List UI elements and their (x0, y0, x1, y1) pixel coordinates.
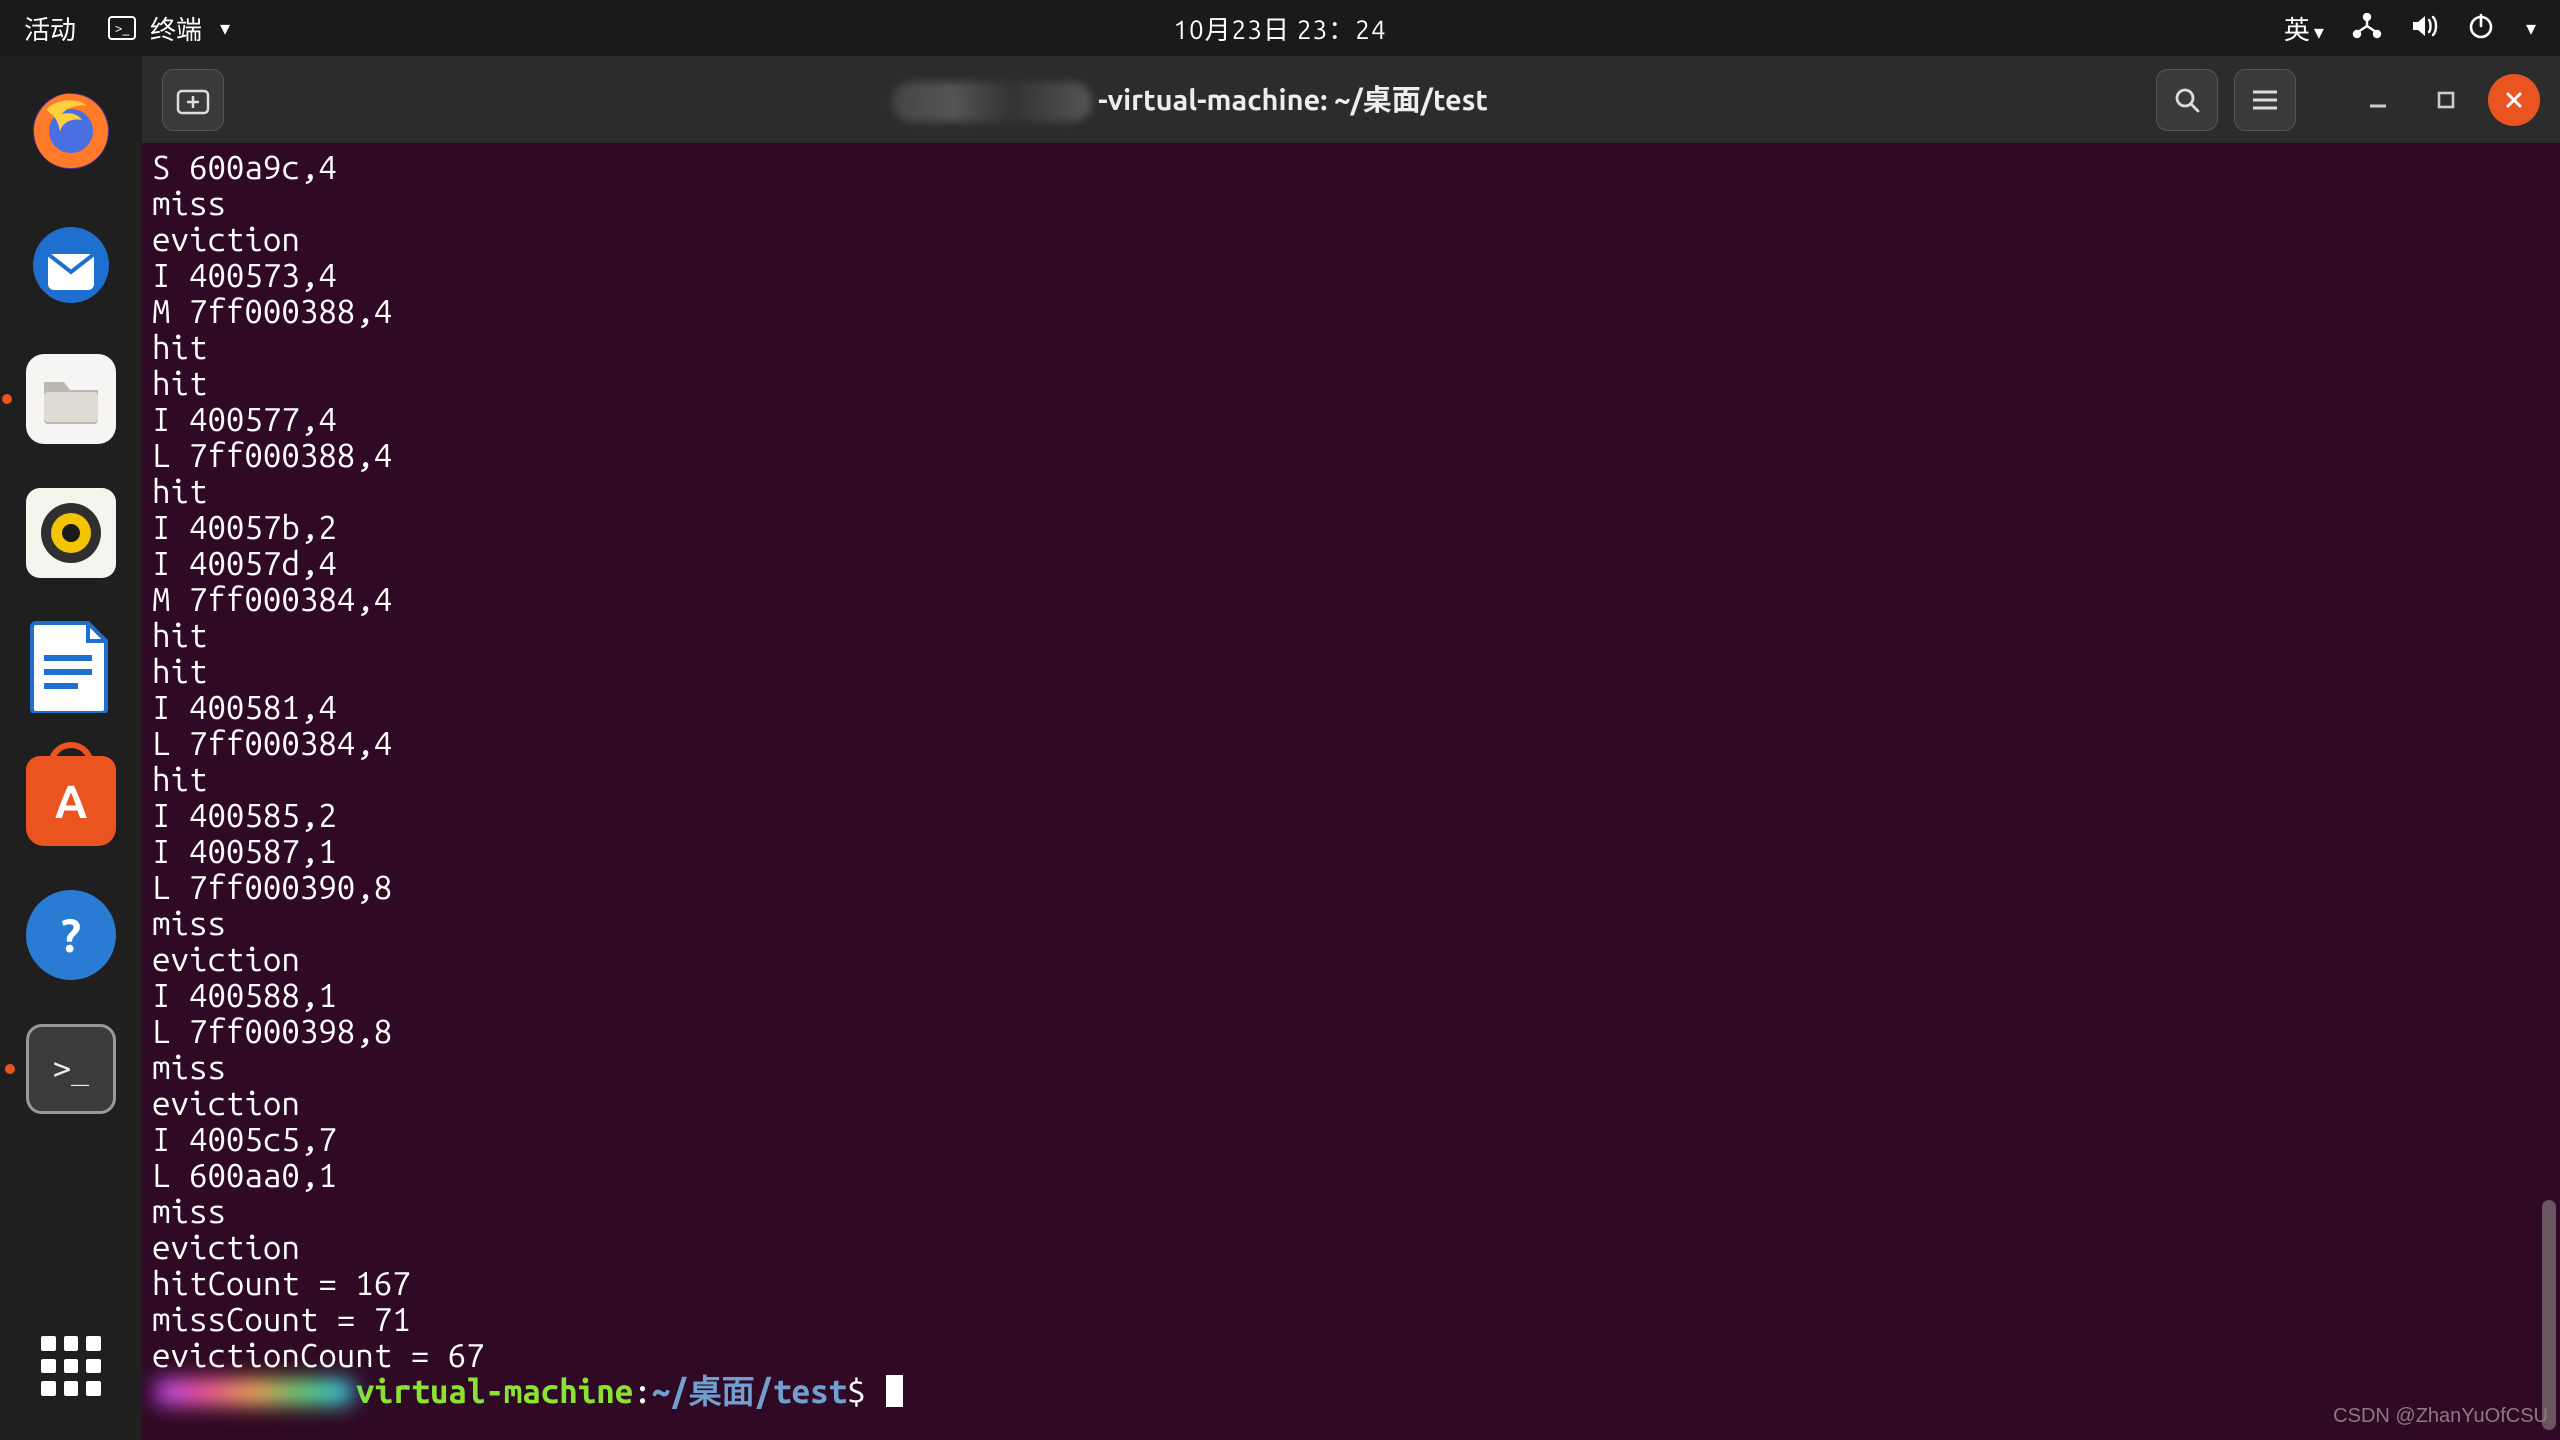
dock-thunderbird[interactable] (26, 220, 116, 310)
new-tab-button[interactable] (162, 69, 224, 131)
dock-rhythmbox[interactable] (26, 488, 116, 578)
cursor (886, 1375, 903, 1407)
prompt-host: virtual-machine (356, 1373, 633, 1410)
dock-help[interactable]: ? (26, 890, 116, 980)
dock-ubuntu-software[interactable]: A (26, 756, 116, 846)
power-icon[interactable] (2468, 13, 2494, 44)
dock: A ? >_ (0, 56, 142, 1440)
app-menu-button[interactable]: >_ 终端 ▾ (108, 10, 230, 47)
terminal-app-icon: >_ (108, 16, 136, 40)
close-button[interactable] (2488, 74, 2540, 126)
terminal-content[interactable]: S 600a9c,4 miss eviction I 400573,4 M 7f… (142, 144, 2560, 1440)
system-top-bar: 活动 >_ 终端 ▾ 10月23日 23：24 英▾ ▾ (0, 0, 2560, 56)
dock-terminal[interactable]: >_ (26, 1024, 116, 1114)
search-button[interactable] (2156, 69, 2218, 131)
hamburger-menu-button[interactable] (2234, 69, 2296, 131)
input-method-indicator[interactable]: 英▾ (2284, 10, 2324, 47)
minimize-button[interactable] (2352, 74, 2404, 126)
redacted-username (892, 82, 1092, 122)
redacted-username (154, 1379, 354, 1405)
headerbar: -virtual-machine: ~/桌面/test (142, 56, 2560, 144)
volume-icon[interactable] (2410, 13, 2440, 44)
prompt-line: virtual-machine:~/桌面/test$ (152, 1374, 2550, 1410)
watermark: CSDN @ZhanYuOfCSU (2333, 1398, 2548, 1434)
app-menu-label: 终端 (150, 10, 202, 47)
dock-files[interactable] (26, 354, 116, 444)
dock-firefox[interactable] (26, 86, 116, 176)
window-title: -virtual-machine: ~/桌面/test (240, 77, 2140, 122)
activities-button[interactable]: 活动 (24, 10, 76, 47)
clock[interactable]: 10月23日 23：24 (1173, 10, 1386, 47)
chevron-down-icon: ▾ (220, 16, 230, 40)
system-menu-chevron-icon[interactable]: ▾ (2526, 16, 2536, 40)
dock-libreoffice-writer[interactable] (26, 622, 116, 712)
prompt-path: ~/桌面/test (652, 1373, 847, 1410)
terminal-window: -virtual-machine: ~/桌面/test S 600a9c,4 m… (142, 56, 2560, 1440)
scrollbar-thumb[interactable] (2542, 1200, 2556, 1430)
show-applications-button[interactable] (41, 1336, 101, 1396)
network-icon[interactable] (2352, 13, 2382, 44)
maximize-button[interactable] (2420, 74, 2472, 126)
